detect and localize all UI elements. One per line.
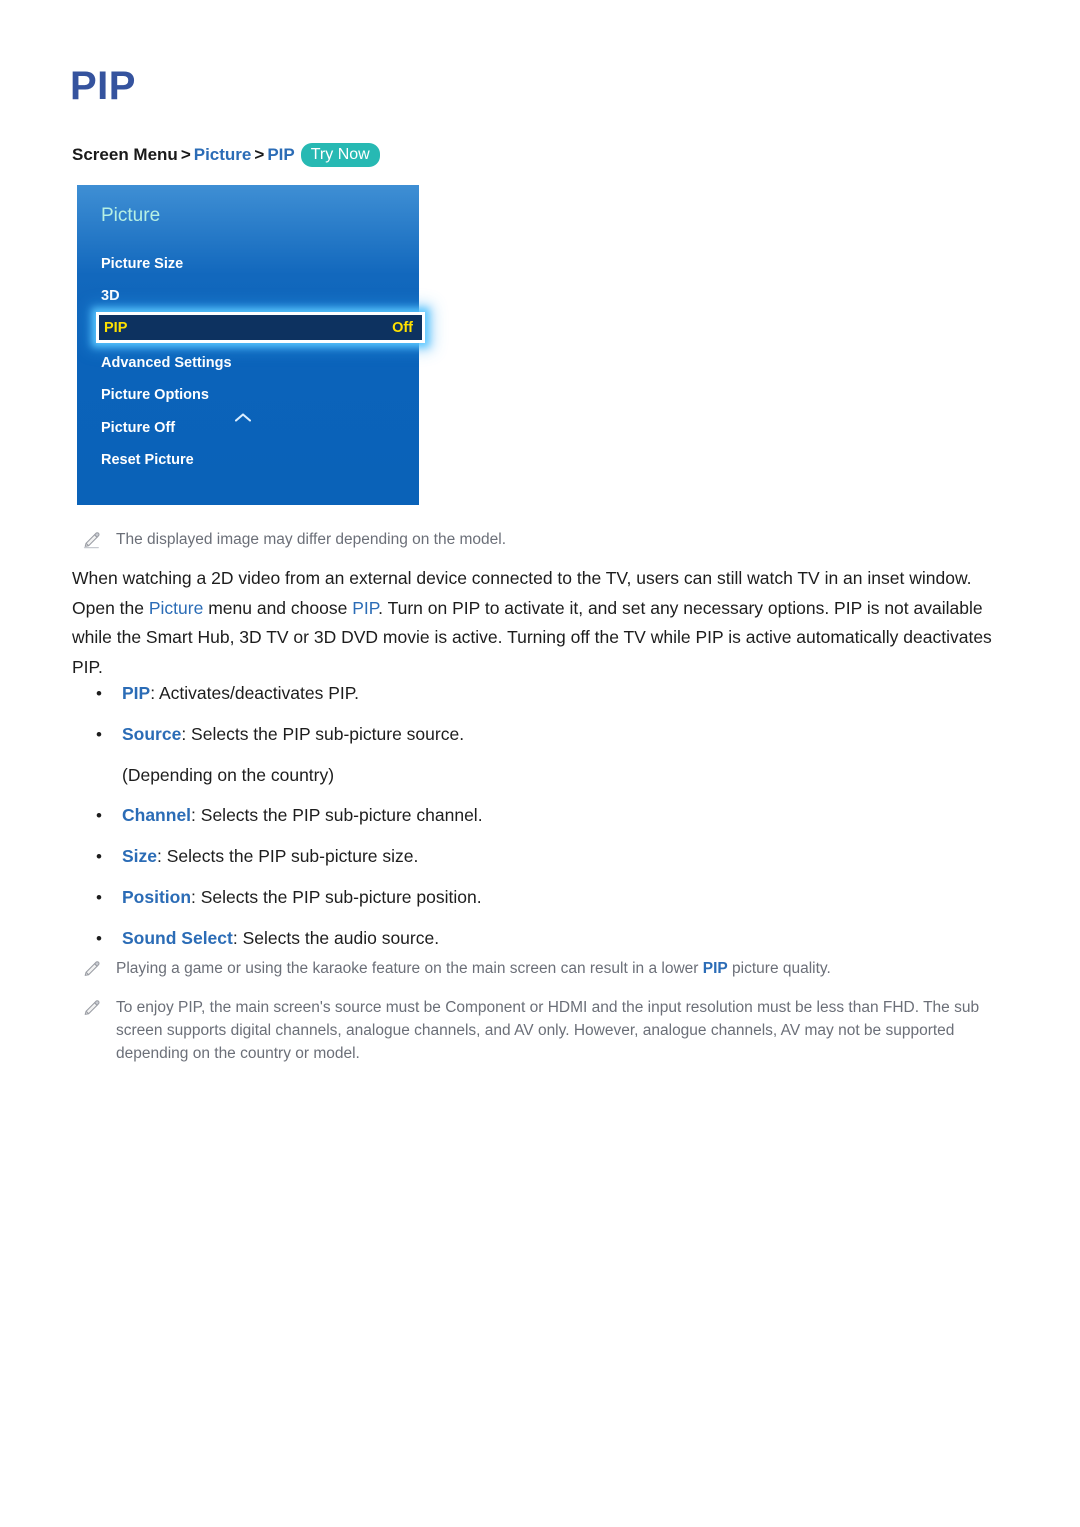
list-item-subnote: (Depending on the country) <box>122 765 335 785</box>
tv-menu-item-picture-size[interactable]: Picture Size <box>101 255 183 273</box>
tv-picture-menu-panel: Picture Picture Size 3D PIP Off Advanced… <box>77 185 425 505</box>
tv-menu-item-pip-selected[interactable]: PIP Off <box>96 312 425 343</box>
note-game-highlight: PIP <box>702 960 728 977</box>
list-item-term: Channel <box>122 805 192 825</box>
body-link-pip[interactable]: PIP <box>352 598 378 618</box>
list-item-term: Position <box>122 887 192 907</box>
breadcrumb-item-pip[interactable]: PIP <box>267 145 294 164</box>
tv-menu-item-3d[interactable]: 3D <box>101 287 120 305</box>
list-item-desc: : Selects the PIP sub-picture channel. <box>191 805 483 825</box>
tv-menu-item-reset-picture[interactable]: Reset Picture <box>101 451 194 469</box>
pencil-icon <box>82 957 104 979</box>
list-item-term: Sound Select <box>122 928 233 948</box>
chevron-up-icon[interactable] <box>235 413 251 422</box>
note-game-text: Playing a game or using the karaoke feat… <box>116 957 831 980</box>
list-item-desc: : Activates/deactivates PIP. <box>150 683 360 703</box>
list-item-text: PIP: Activates/deactivates PIP. <box>122 683 359 703</box>
list-item-text: Source: Selects the PIP sub-picture sour… <box>122 724 464 744</box>
breadcrumb-root: Screen Menu <box>72 145 178 164</box>
breadcrumb-separator-1: > <box>180 145 191 164</box>
tv-menu-item-picture-off[interactable]: Picture Off <box>101 419 175 437</box>
list-item-term: Source <box>122 724 182 744</box>
document-page: PIP Screen Menu > Picture > PIP Try Now Pictu… <box>0 0 1080 1527</box>
try-now-badge[interactable]: Try Now <box>300 143 380 167</box>
bullet-marker: • <box>96 847 102 866</box>
note-game-suffix: picture quality. <box>727 960 831 977</box>
note-model-disclaimer: The displayed image may differ depending… <box>82 528 982 551</box>
list-item-text: Channel: Selects the PIP sub-picture cha… <box>122 805 483 825</box>
list-item: • Source: Selects the PIP sub-picture so… <box>92 714 992 795</box>
tv-menu-item-pip-label: PIP <box>104 320 128 336</box>
tv-menu-item-picture-options[interactable]: Picture Options <box>101 386 209 404</box>
tv-menu-header: Picture <box>101 205 161 226</box>
pip-options-list: • PIP: Activates/deactivates PIP. • Sour… <box>92 673 992 959</box>
pencil-icon <box>82 996 104 1018</box>
breadcrumb-item-picture[interactable]: Picture <box>194 145 252 164</box>
list-item: • PIP: Activates/deactivates PIP. <box>92 673 992 714</box>
breadcrumb: Screen Menu > Picture > PIP Try Now <box>72 143 380 168</box>
list-item-desc: : Selects the PIP sub-picture source. <box>181 724 465 744</box>
list-item: • Position: Selects the PIP sub-picture … <box>92 877 992 918</box>
note-game-quality: Playing a game or using the karaoke feat… <box>82 957 1022 980</box>
list-item-desc: : Selects the PIP sub-picture size. <box>157 846 419 866</box>
note-pip-requirements-text: To enjoy PIP, the main screen's source m… <box>116 999 980 1062</box>
list-item: • Size: Selects the PIP sub-picture size… <box>92 836 992 877</box>
body-link-picture[interactable]: Picture <box>149 598 203 618</box>
list-item: • Sound Select: Selects the audio source… <box>92 918 992 959</box>
note-model-text: The displayed image may differ depending… <box>116 531 507 548</box>
breadcrumb-separator-2: > <box>254 145 265 164</box>
note-game-prefix: Playing a game or using the karaoke feat… <box>116 960 703 977</box>
page-title: PIP <box>70 64 136 108</box>
list-item-term: Size <box>122 846 158 866</box>
bullet-marker: • <box>96 684 102 703</box>
body-paragraph: When watching a 2D video from an externa… <box>72 564 1012 682</box>
pencil-icon <box>82 528 104 550</box>
list-item-text: Position: Selects the PIP sub-picture po… <box>122 887 482 907</box>
bullet-marker: • <box>96 806 102 825</box>
body-para-part2: menu and choose <box>203 597 353 618</box>
tv-menu-item-advanced-settings[interactable]: Advanced Settings <box>101 354 232 372</box>
list-item-text: Size: Selects the PIP sub-picture size. <box>122 846 418 866</box>
list-item-desc: : Selects the PIP sub-picture position. <box>191 887 482 907</box>
bullet-marker: • <box>96 725 102 744</box>
list-item-text: Sound Select: Selects the audio source. <box>122 928 439 948</box>
list-item-desc: : Selects the audio source. <box>232 928 440 948</box>
note-pip-requirements: To enjoy PIP, the main screen's source m… <box>82 996 1022 1065</box>
list-item-term: PIP <box>122 683 151 703</box>
bullet-marker: • <box>96 888 102 907</box>
list-item: • Channel: Selects the PIP sub-picture c… <box>92 795 992 836</box>
bullet-marker: • <box>96 929 102 948</box>
tv-menu-item-pip-value: Off <box>392 320 413 336</box>
